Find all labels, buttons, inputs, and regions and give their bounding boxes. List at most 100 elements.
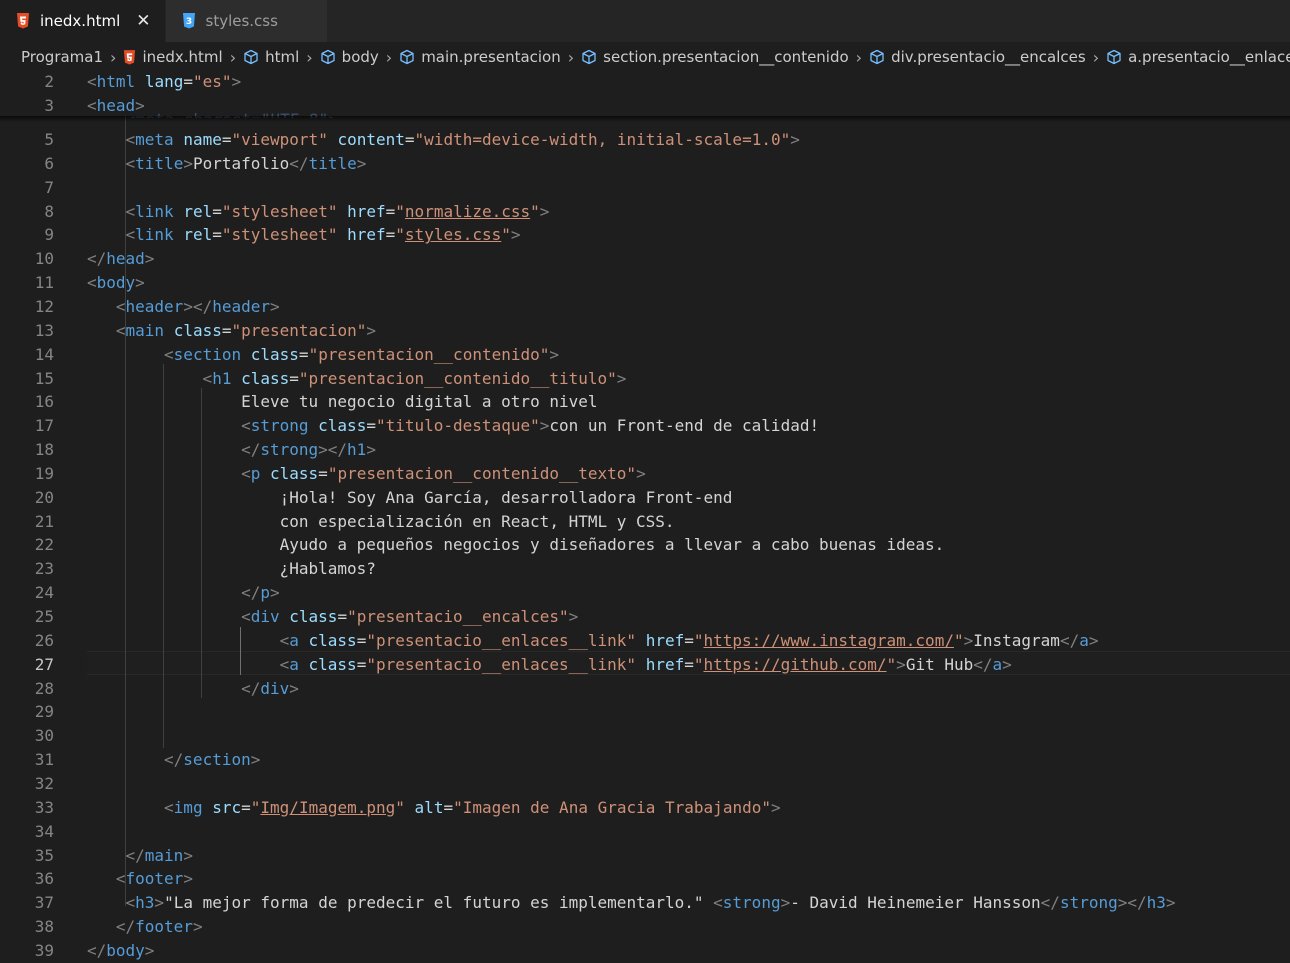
code-token: class	[318, 416, 367, 436]
code-token: >	[183, 153, 193, 173]
code-line[interactable]: 8 <link rel="stylesheet" href="normalize.…	[0, 200, 1290, 224]
code-line[interactable]: 5 <meta name="viewport" content="width=de…	[0, 128, 1290, 152]
code-text: </footer>	[116, 915, 203, 939]
code-token: >	[1002, 654, 1012, 674]
code-token: div	[250, 607, 280, 626]
breadcrumb-item[interactable]: section.presentacion__contenido	[581, 48, 849, 66]
code-token: >	[549, 344, 560, 364]
code-text: </strong></h1>	[241, 438, 376, 462]
code-token: >	[183, 845, 193, 865]
code-line[interactable]: 29	[0, 700, 1290, 724]
code-token: </	[164, 750, 184, 770]
code-line[interactable]: 14 <section class="presentacion__contenid…	[0, 343, 1290, 367]
code-token: >	[616, 368, 627, 388]
line-number: 10	[34, 249, 54, 269]
code-token: body	[96, 273, 136, 293]
code-line[interactable]: 25 <div class="presentacio__encalces">	[0, 605, 1290, 629]
code-line[interactable]: 7	[0, 176, 1290, 200]
code-token: class	[241, 368, 290, 388]
code-line[interactable]: 21 con especialización en React, HTML y C…	[0, 510, 1290, 534]
code-line[interactable]: 9 <link rel="stylesheet" href="styles.css…	[0, 223, 1290, 247]
code-token: footer	[125, 869, 184, 889]
code-token: "	[693, 630, 704, 650]
code-line[interactable]: 34	[0, 820, 1290, 844]
code-line[interactable]: 23 ¿Hablamos?	[0, 557, 1290, 581]
code-line[interactable]: 26 <a class="presentacio__enlaces__link" …	[0, 629, 1290, 653]
code-token: "width=device-width, initial-scale=1.0"	[414, 130, 791, 149]
code-token: <	[125, 153, 136, 173]
code-line[interactable]: 38 </footer>	[0, 915, 1290, 939]
code-line[interactable]: 32	[0, 772, 1290, 796]
code-line[interactable]: 3 <head>	[0, 94, 1290, 118]
code-token: "viewport"	[231, 130, 328, 149]
code-token: <	[115, 296, 126, 316]
code-token: =	[366, 416, 376, 436]
code-line[interactable]: 27 <a class="presentacio__enlaces__link" …	[0, 653, 1290, 677]
line-number: 9	[44, 225, 54, 245]
breadcrumb-item[interactable]: body	[320, 48, 379, 66]
code-token: <	[241, 463, 251, 483]
code-text: con especialización en React, HTML y CSS…	[280, 510, 675, 534]
code-line[interactable]: 11 <body>	[0, 271, 1290, 295]
line-number: 17	[34, 416, 54, 436]
code-token: <	[115, 869, 126, 889]
code-line[interactable]: 33 <img src="Img/Imagem.png" alt="Imagen …	[0, 796, 1290, 820]
code-token: Git Hub	[905, 654, 974, 674]
breadcrumb-item[interactable]: html	[243, 48, 299, 66]
code-line[interactable]: 12 <header></header>	[0, 295, 1290, 319]
code-line[interactable]: 35 </main>	[0, 844, 1290, 868]
code-line[interactable]: 39 </body>	[0, 939, 1290, 963]
tab-styles-css[interactable]: 3 styles.css	[165, 0, 328, 42]
breadcrumb-item[interactable]: main.presentacion	[399, 48, 561, 66]
code-line[interactable]: 28 </div>	[0, 677, 1290, 701]
code-token: title	[308, 153, 357, 173]
breadcrumb-item[interactable]: div.presentacio__encalces	[869, 48, 1086, 66]
chevron-right-icon: ›	[1092, 47, 1100, 67]
tab-inedx-html[interactable]: inedx.html ✕	[0, 0, 166, 42]
line-number: 12	[34, 296, 54, 316]
close-icon[interactable]: ✕	[136, 11, 150, 31]
breadcrumb-item[interactable]: inedx.html	[123, 48, 223, 66]
code-line[interactable]: 15 <h1 class="presentacion__contenido__ti…	[0, 367, 1290, 391]
code-token: >	[154, 893, 165, 913]
breadcrumb-item[interactable]: Programa1	[21, 48, 103, 66]
code-line[interactable]: 30	[0, 724, 1290, 748]
line-number: 15	[34, 368, 54, 388]
breadcrumb-item[interactable]: a.presentacio__enlaces__link	[1106, 48, 1290, 66]
code-line[interactable]: 24 </p>	[0, 581, 1290, 605]
code-token: =	[221, 320, 232, 340]
code-token: name	[183, 130, 222, 149]
line-number: 18	[34, 440, 54, 460]
code-line[interactable]: 2 <html lang="es">	[0, 70, 1290, 94]
code-line[interactable]: 6 <title>Portafolio</title>	[0, 152, 1290, 176]
code-line[interactable]: 16 Eleve tu negocio digital a otro nivel	[0, 390, 1290, 414]
code-token: "	[886, 654, 897, 674]
code-line[interactable]: 19 <p class="presentacion__contenido__tex…	[0, 462, 1290, 486]
code-token: class	[270, 463, 319, 483]
code-editor[interactable]: <meta charset="UTF-8"> 2<html lang="es">…	[0, 70, 1290, 960]
code-line[interactable]: 37 <h3>"La mejor forma de predecir el fut…	[0, 891, 1290, 915]
code-token: </	[241, 678, 261, 698]
code-token: Ayudo a pequeños negocios y diseñadores …	[279, 535, 945, 555]
code-token: >	[780, 893, 791, 913]
code-token: "presentacio__encalces"	[347, 607, 569, 626]
code-line[interactable]: 20 ¡Hola! Soy Ana García, desarrolladora …	[0, 486, 1290, 510]
code-line[interactable]: 36 <footer>	[0, 867, 1290, 891]
symbol-cube-icon	[581, 49, 597, 65]
code-token: >	[250, 750, 261, 770]
line-number: 13	[34, 320, 54, 340]
code-line[interactable]: 18 </strong></h1>	[0, 438, 1290, 462]
code-token: href	[645, 630, 685, 650]
code-line[interactable]: 13 <main class="presentacion">	[0, 319, 1290, 343]
code-token: class	[308, 654, 357, 674]
code-line[interactable]: 10 </head>	[0, 247, 1290, 271]
code-line[interactable]: 31 </section>	[0, 748, 1290, 772]
code-text: <strong class="titulo-destaque">con un F…	[241, 414, 819, 438]
code-line[interactable]: 22 Ayudo a pequeños negocios y diseñadore…	[0, 533, 1290, 557]
code-line[interactable]: 17 <strong class="titulo-destaque">con un…	[0, 414, 1290, 438]
code-token: a	[289, 654, 299, 674]
